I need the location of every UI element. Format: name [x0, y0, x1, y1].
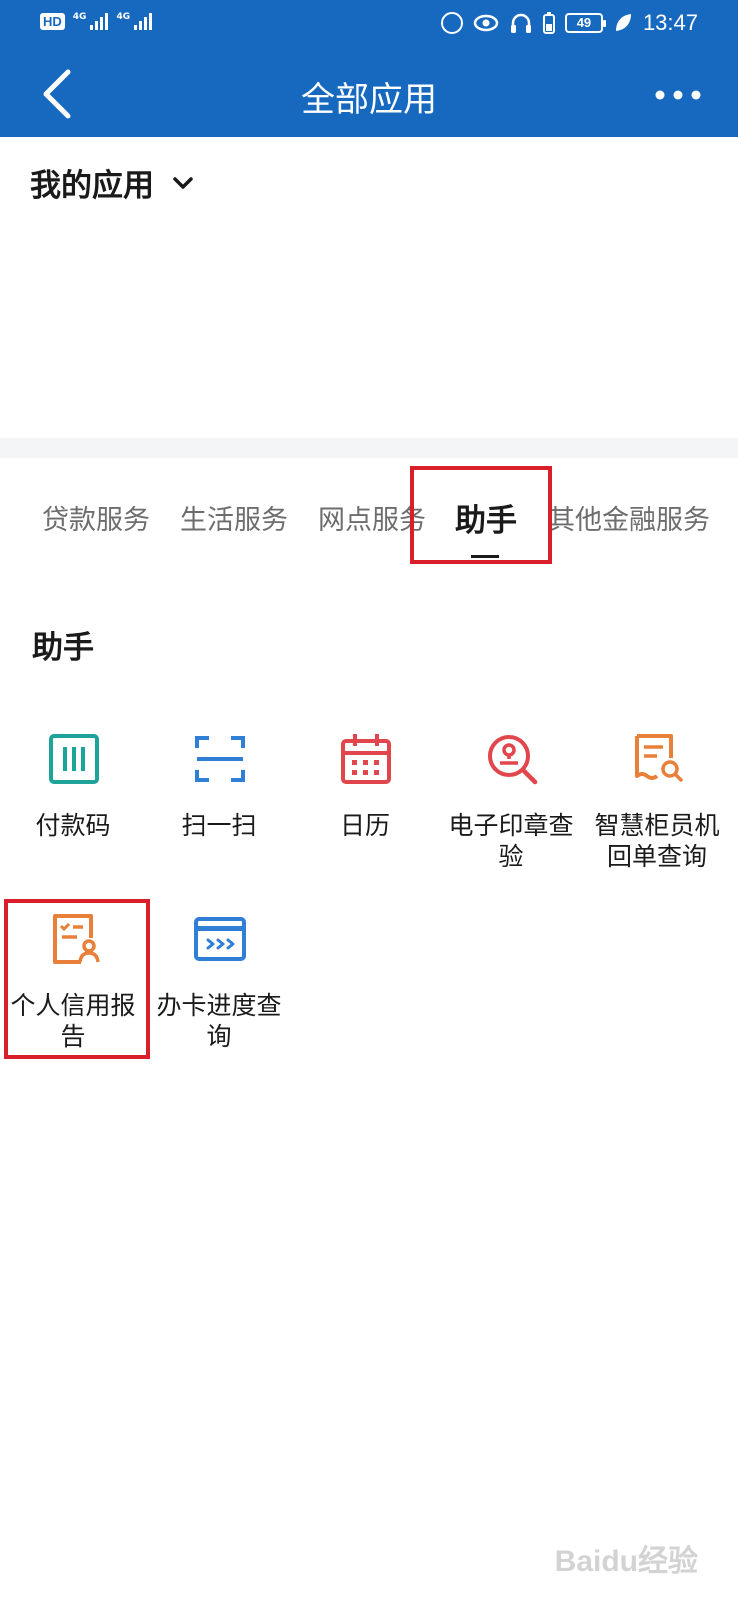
my-apps-toggle[interactable]: 我的应用 [30, 160, 194, 205]
clock: 13:47 [642, 10, 698, 35]
headphones-icon [510, 13, 531, 33]
status-bar: HD 4G 4G 49 13:47 [0, 0, 738, 50]
app-label: 电子印章查验 [448, 811, 574, 871]
section-divider [0, 438, 738, 458]
app-scan[interactable]: 扫一扫 [146, 732, 292, 872]
chevron-down-icon [173, 176, 193, 189]
app-label: 付款码 [35, 811, 111, 840]
app-label: 办卡进度查询 [156, 991, 282, 1051]
back-button[interactable] [30, 64, 90, 124]
app-label: 扫一扫 [181, 811, 257, 840]
highlight-box-assistant-tab [410, 466, 552, 564]
eye-icon [473, 14, 499, 32]
more-button[interactable] [648, 75, 708, 115]
payment-code-icon [49, 734, 99, 784]
app-atm-receipt-query[interactable]: 智慧柜员机回单查询 [584, 732, 730, 872]
app-label: 智慧柜员机回单查询 [594, 811, 720, 871]
calendar-icon [341, 734, 391, 784]
signal-tag: 4G [116, 12, 131, 22]
more-horizontal-icon [655, 90, 701, 100]
battery-saver-icon [542, 12, 555, 34]
card-progress-icon [194, 917, 246, 961]
app-payment-code[interactable]: 付款码 [0, 732, 146, 872]
receipt-search-icon [635, 734, 683, 782]
signal-tag: 4G [72, 12, 87, 22]
nfc-icon [440, 12, 463, 34]
tab-other-financial-services[interactable]: 其他金融服务 [548, 498, 710, 537]
app-card-progress-query[interactable]: 办卡进度查询 [146, 912, 292, 1052]
app-label: 日历 [339, 811, 390, 840]
section-title: 助手 [32, 630, 94, 666]
app-e-seal-verify[interactable]: 电子印章查验 [438, 732, 584, 872]
page-title: 全部应用 [301, 80, 437, 120]
tab-life-services[interactable]: 生活服务 [180, 498, 288, 537]
watermark: Baidu经验 [554, 1545, 698, 1578]
tab-loan-services[interactable]: 贷款服务 [42, 498, 150, 537]
highlight-box-credit-report [4, 899, 150, 1059]
leaf-icon [615, 14, 631, 31]
signal-icon: 4G [73, 12, 109, 30]
nav-bar: 全部应用 [0, 50, 738, 137]
app-calendar[interactable]: 日历 [292, 732, 438, 872]
my-apps-title: 我的应用 [30, 168, 154, 204]
signal-icon: 4G [116, 12, 153, 30]
category-tabs: 贷款服务 生活服务 网点服务 助手 其他金融服务 [0, 468, 738, 568]
status-left: HD 4G 4G [40, 12, 153, 30]
hd-badge: HD [40, 12, 65, 30]
status-right: 49 13:47 [440, 10, 698, 36]
chevron-left-icon [43, 69, 71, 119]
scan-icon [195, 736, 245, 782]
battery-indicator: 49 [564, 13, 606, 33]
seal-search-icon [488, 735, 538, 785]
app-header: HD 4G 4G 49 13:47 全部应用 [0, 0, 738, 137]
